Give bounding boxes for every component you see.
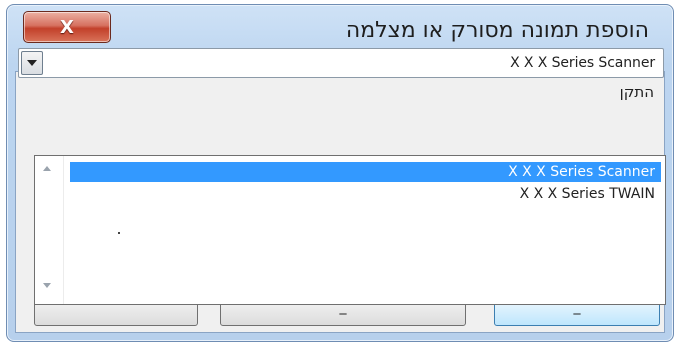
scroll-up-icon[interactable]: [43, 166, 51, 171]
device-selected-value: X X X Series Scanner: [510, 55, 655, 71]
close-button[interactable]: X: [23, 11, 111, 43]
device-combobox[interactable]: X X X Series Scanner: [18, 48, 664, 78]
device-dropdown-list[interactable]: X X X Series Scanner X X X Series TWAIN: [34, 155, 666, 305]
dropdown-arrow-button[interactable]: [21, 51, 43, 75]
chevron-down-icon: [27, 60, 37, 66]
scroll-down-icon[interactable]: [43, 283, 51, 288]
close-icon: X: [60, 16, 74, 38]
list-scrollbar[interactable]: [35, 156, 64, 304]
dialog-title: הוספת תמונה מסורק או מצלמה: [345, 18, 649, 43]
stray-dot: [118, 232, 120, 234]
device-option-twain[interactable]: X X X Series TWAIN: [70, 184, 661, 204]
device-label: התקן: [619, 83, 654, 101]
device-option-scanner[interactable]: X X X Series Scanner: [70, 162, 661, 182]
